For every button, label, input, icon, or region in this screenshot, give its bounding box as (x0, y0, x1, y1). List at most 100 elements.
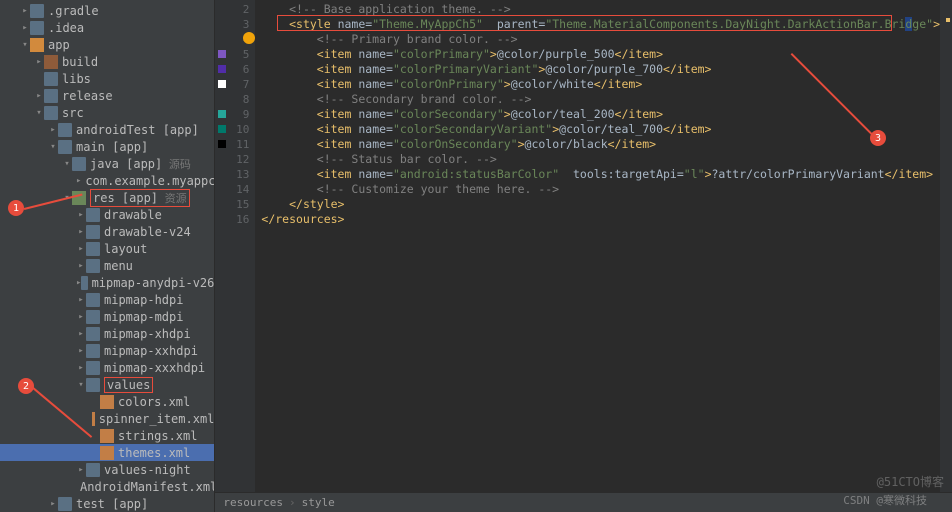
tree-item[interactable]: mipmap-hdpi (0, 291, 214, 308)
tree-item[interactable]: mipmap-xxhdpi (0, 342, 214, 359)
tree-item[interactable]: .idea (0, 19, 214, 36)
tree-item[interactable]: mipmap-anydpi-v26 (0, 274, 214, 291)
tree-item[interactable]: layout (0, 240, 214, 257)
tree-item[interactable]: test [app] (0, 495, 214, 512)
expand-arrow-icon[interactable] (76, 261, 86, 271)
tree-label: spinner_item.xml (99, 412, 215, 426)
tree-item[interactable]: .gradle (0, 2, 214, 19)
tree-item[interactable]: mipmap-xxxhdpi (0, 359, 214, 376)
tree-item[interactable]: colors.xml (0, 393, 214, 410)
code-line[interactable]: <!-- Customize your theme here. --> (261, 182, 940, 197)
line-number: 13 (215, 167, 249, 182)
tree-label: release (62, 89, 113, 103)
expand-arrow-icon[interactable] (48, 142, 58, 152)
tree-item[interactable]: java [app] 源码 (0, 155, 214, 172)
tree-label: test [app] (76, 497, 148, 511)
code-line[interactable]: <item name="colorSecondaryVariant">@colo… (261, 122, 940, 137)
expand-arrow-icon[interactable] (76, 210, 86, 220)
tree-label: themes.xml (118, 446, 190, 460)
expand-arrow-icon[interactable] (76, 244, 86, 254)
code-line[interactable]: <item name="colorOnSecondary">@color/bla… (261, 137, 940, 152)
tree-item[interactable]: src (0, 104, 214, 121)
code-line[interactable]: <item name="colorOnPrimary">@color/white… (261, 77, 940, 92)
tree-label: main [app] (76, 140, 148, 154)
color-swatch-icon[interactable] (218, 110, 226, 118)
expand-arrow-icon[interactable] (76, 176, 81, 186)
expand-arrow-icon[interactable] (76, 295, 86, 305)
color-swatch-icon[interactable] (218, 50, 226, 58)
expand-arrow-icon[interactable] (62, 193, 72, 203)
expand-arrow-icon[interactable] (34, 57, 44, 67)
code-line[interactable]: </resources> (261, 212, 940, 227)
color-swatch-icon[interactable] (218, 65, 226, 73)
code-line[interactable]: </style> (261, 197, 940, 212)
tree-label: mipmap-xhdpi (104, 327, 191, 341)
tree-item[interactable]: AndroidManifest.xml (0, 478, 214, 495)
code-line[interactable]: <!-- Primary brand color. --> (261, 32, 940, 47)
color-swatch-icon[interactable] (218, 125, 226, 133)
tree-item[interactable]: mipmap-mdpi (0, 308, 214, 325)
tree-item[interactable]: mipmap-xhdpi (0, 325, 214, 342)
folder-icon (72, 157, 86, 171)
expand-arrow-icon[interactable] (20, 23, 30, 33)
code-line[interactable]: <item name="colorSecondary">@color/teal_… (261, 107, 940, 122)
tree-item[interactable]: strings.xml (0, 427, 214, 444)
expand-arrow-icon[interactable] (34, 108, 44, 118)
tree-item[interactable]: res [app] 资源 (0, 189, 214, 206)
color-swatch-icon[interactable] (218, 80, 226, 88)
code-line[interactable]: <!-- Base application theme. --> (261, 2, 940, 17)
expand-arrow-icon[interactable] (20, 6, 30, 16)
code-line[interactable]: <item name="colorPrimary">@color/purple_… (261, 47, 940, 62)
tree-item[interactable]: com.example.myappch5 (0, 172, 214, 189)
tree-item[interactable]: main [app] (0, 138, 214, 155)
code-line[interactable]: <style name="Theme.MyAppCh5" parent="The… (261, 17, 940, 32)
breadcrumb-item[interactable]: resources (223, 496, 283, 509)
tree-item[interactable]: build (0, 53, 214, 70)
folder-icon (86, 361, 100, 375)
code-editor[interactable]: 2345678910111213141516 <!-- Base applica… (215, 0, 952, 492)
expand-arrow-icon[interactable] (76, 465, 86, 475)
intention-bulb-icon[interactable] (243, 32, 255, 44)
folder-build-icon (44, 55, 58, 69)
tree-item[interactable]: drawable (0, 206, 214, 223)
expand-arrow-icon[interactable] (76, 363, 86, 373)
xml-icon (100, 446, 114, 460)
tree-item[interactable]: menu (0, 257, 214, 274)
expand-arrow-icon[interactable] (62, 159, 72, 169)
expand-arrow-icon[interactable] (76, 312, 86, 322)
code-line[interactable]: <!-- Status bar color. --> (261, 152, 940, 167)
tree-label: drawable (104, 208, 162, 222)
tree-item[interactable]: release (0, 87, 214, 104)
tree-item[interactable]: spinner_item.xml (0, 410, 214, 427)
tree-item[interactable]: themes.xml (0, 444, 214, 461)
folder-app-icon (30, 38, 44, 52)
tree-item[interactable]: drawable-v24 (0, 223, 214, 240)
project-tree[interactable]: .gradle.ideaappbuildlibs releasesrcandroi… (0, 0, 215, 512)
tree-label: colors.xml (118, 395, 190, 409)
expand-arrow-icon[interactable] (76, 346, 86, 356)
folder-icon (86, 208, 100, 222)
breadcrumb-bar[interactable]: resources › style (215, 492, 952, 512)
expand-arrow-icon[interactable] (76, 227, 86, 237)
expand-arrow-icon[interactable] (48, 125, 58, 135)
tree-item[interactable]: libs (0, 70, 214, 87)
code-area[interactable]: <!-- Base application theme. --> <style … (255, 0, 940, 492)
expand-arrow-icon[interactable] (34, 91, 44, 101)
tree-label: AndroidManifest.xml (80, 480, 215, 494)
tree-item[interactable]: androidTest [app] (0, 121, 214, 138)
breadcrumb-item[interactable]: style (302, 496, 335, 509)
expand-arrow-icon[interactable] (48, 499, 58, 509)
code-line[interactable]: <item name="colorPrimaryVariant">@color/… (261, 62, 940, 77)
expand-arrow-icon[interactable] (76, 329, 86, 339)
expand-arrow-icon[interactable] (76, 380, 86, 390)
color-swatch-icon[interactable] (218, 140, 226, 148)
editor-pane: 2345678910111213141516 <!-- Base applica… (215, 0, 952, 512)
code-line[interactable]: <!-- Secondary brand color. --> (261, 92, 940, 107)
code-line[interactable]: <item name="android:statusBarColor" tool… (261, 167, 940, 182)
folder-icon (44, 106, 58, 120)
tree-item[interactable]: values-night (0, 461, 214, 478)
watermark: @51CTO博客 (877, 473, 944, 490)
line-number: 12 (215, 152, 249, 167)
expand-arrow-icon[interactable] (20, 40, 30, 50)
tree-item[interactable]: app (0, 36, 214, 53)
